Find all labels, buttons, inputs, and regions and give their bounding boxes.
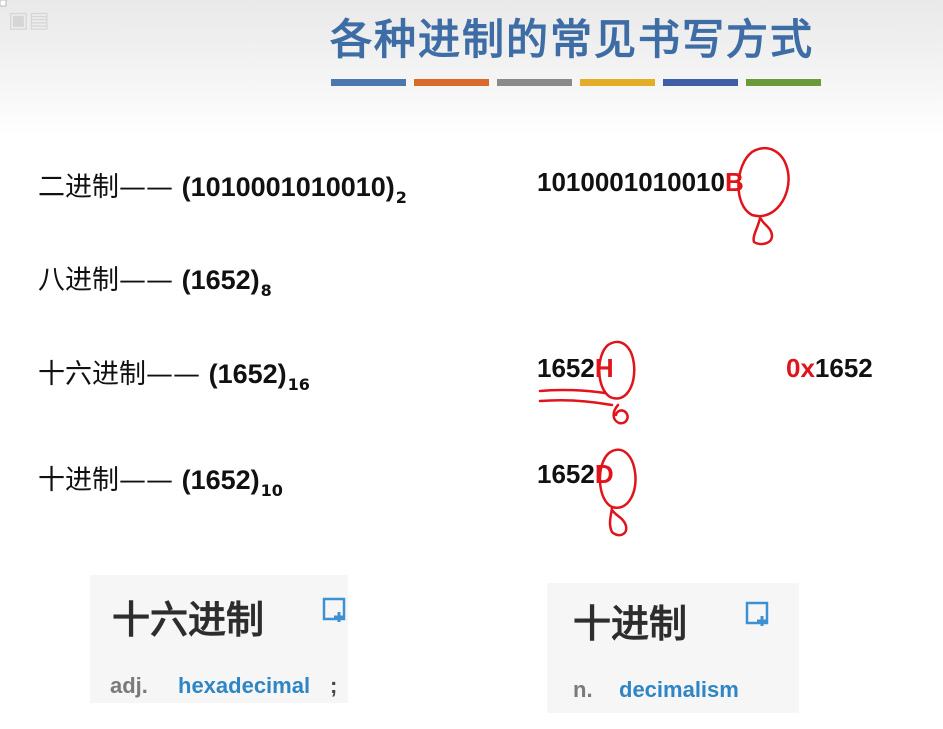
hex-alt-prefix: 0x bbox=[786, 353, 815, 383]
binary-written-form: 1010001010010B bbox=[537, 167, 744, 198]
binary-written-value: 1010001010010 bbox=[537, 167, 725, 197]
hex-alt-value: 1652 bbox=[814, 353, 873, 383]
color-bar-4 bbox=[580, 79, 655, 86]
hex-expression: (1652) bbox=[208, 359, 287, 389]
decimal-suffix-tail bbox=[608, 506, 628, 537]
dictionary-part-of-speech: adj. bbox=[110, 673, 148, 698]
binary-base: 2 bbox=[395, 188, 407, 207]
decimal-suffix: D bbox=[594, 459, 614, 489]
decimal-base: 10 bbox=[260, 481, 283, 500]
dictionary-separator: ; bbox=[330, 673, 338, 698]
hex-alt-form: 0x1652 bbox=[786, 353, 873, 384]
hex-sixteen-mark bbox=[612, 403, 629, 425]
dictionary-part-of-speech: n. bbox=[573, 677, 593, 702]
octal-label: 八进制—— bbox=[38, 265, 173, 296]
hex-underline-1 bbox=[538, 388, 607, 395]
binary-suffix-tail bbox=[752, 216, 774, 246]
add-to-wordbook-icon[interactable] bbox=[322, 597, 348, 623]
color-bar-6 bbox=[746, 79, 821, 86]
decimal-written-value: 1652 bbox=[537, 459, 595, 489]
octal-row-label: 八进制—— (1652)8 bbox=[38, 258, 272, 300]
hex-base: 16 bbox=[287, 375, 310, 394]
decimal-row-label: 十进制—— (1652)10 bbox=[38, 458, 283, 500]
octal-base: 8 bbox=[260, 281, 272, 300]
color-bar-2 bbox=[414, 79, 489, 86]
color-bar-1 bbox=[331, 79, 406, 86]
svg-text:▣▤: ▣▤ bbox=[8, 8, 50, 33]
hex-written-form: 1652H bbox=[537, 353, 614, 384]
binary-expression: (1010001010010) bbox=[181, 172, 395, 202]
watermark-logo: ▣▤ bbox=[0, 0, 50, 33]
binary-label: 二进制—— bbox=[38, 172, 173, 203]
decimal-expression: (1652) bbox=[181, 465, 260, 495]
title-color-bars bbox=[331, 79, 821, 86]
hex-label: 十六进制—— bbox=[38, 359, 200, 390]
dictionary-card-decimalism: 十进制 n. decimalism bbox=[547, 583, 799, 713]
dictionary-term: 十六进制 bbox=[112, 598, 265, 642]
add-to-wordbook-icon[interactable] bbox=[745, 601, 771, 627]
decimal-label: 十进制—— bbox=[38, 465, 173, 496]
binary-suffix-circle bbox=[737, 146, 790, 218]
hex-suffix: H bbox=[594, 353, 614, 383]
binary-suffix: B bbox=[724, 167, 744, 197]
octal-expression: (1652) bbox=[181, 265, 260, 295]
dictionary-term: 十进制 bbox=[573, 602, 688, 646]
color-bar-5 bbox=[663, 79, 738, 86]
decimal-written-form: 1652D bbox=[537, 459, 614, 490]
hex-row-label: 十六进制—— (1652)16 bbox=[38, 352, 310, 394]
dictionary-definition[interactable]: hexadecimal bbox=[178, 673, 310, 699]
page-title: 各种进制的常见书写方式 bbox=[330, 15, 815, 64]
dictionary-definition[interactable]: decimalism bbox=[619, 677, 739, 703]
dictionary-card-hexadecimal: 十六进制 adj. hexadecimal ; bbox=[90, 575, 348, 703]
color-bar-3 bbox=[497, 79, 572, 86]
hex-written-value: 1652 bbox=[537, 353, 595, 383]
hex-underline-2 bbox=[538, 398, 614, 407]
binary-row-label: 二进制—— (1010001010010)2 bbox=[38, 165, 407, 207]
slide: ▣▤ 各种进制的常见书写方式 二进制—— (1010001010010)2 10… bbox=[0, 0, 943, 729]
